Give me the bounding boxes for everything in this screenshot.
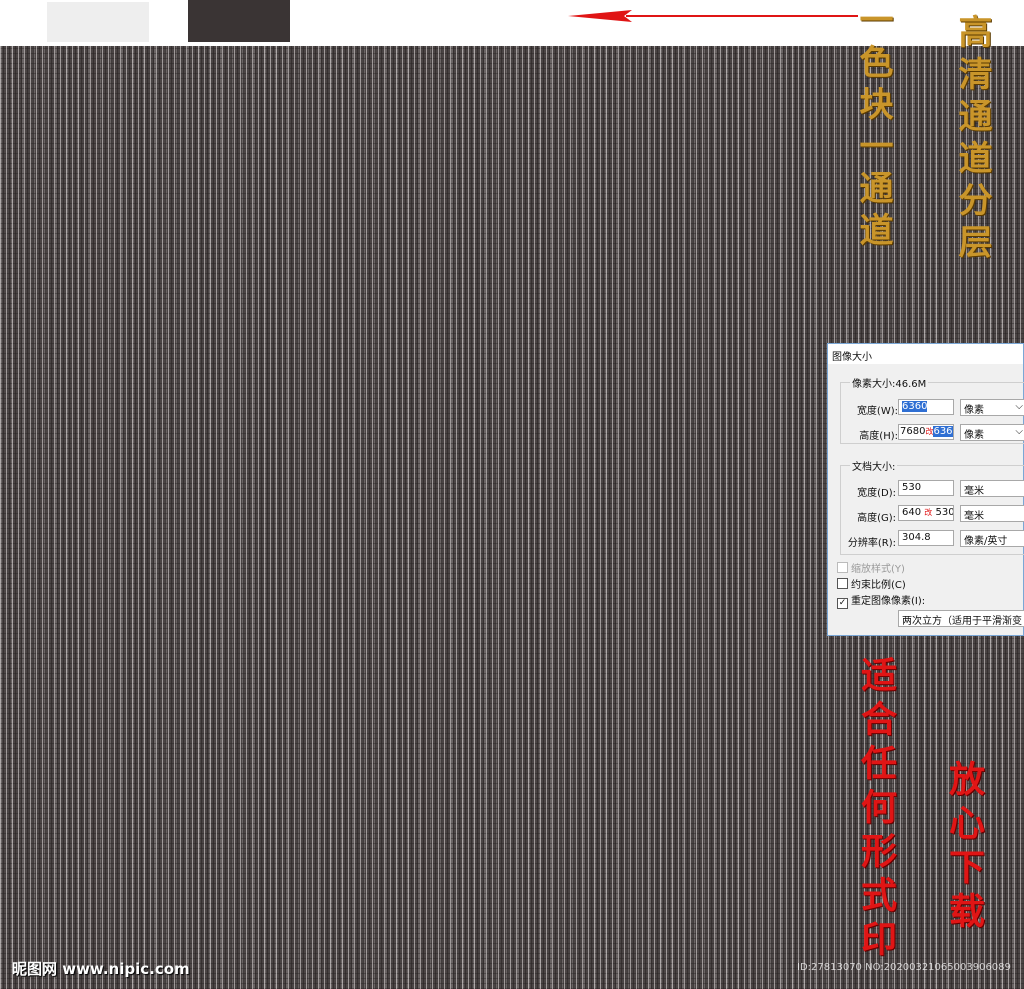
chevron-down-icon: ⌵ bbox=[1015, 426, 1023, 437]
changed-mark: 改 bbox=[924, 508, 933, 517]
pixel-height-input[interactable]: 7680改6360 bbox=[898, 424, 954, 440]
pixel-height-unit-select[interactable]: 像素 ⌵ bbox=[960, 424, 1024, 441]
constrain-proportions-checkbox[interactable]: 约束比例(C) bbox=[837, 576, 906, 591]
red-annotation-right: 放心下载 bbox=[943, 760, 985, 936]
red-arrow-icon bbox=[568, 10, 858, 22]
pixel-dimensions-label: 像素大小:46.6M bbox=[850, 375, 929, 390]
doc-width-unit-select[interactable]: 毫米 bbox=[960, 480, 1024, 497]
resolution-input[interactable]: 304.8 bbox=[898, 530, 954, 546]
doc-width-input[interactable]: 530 bbox=[898, 480, 954, 496]
pixel-width-unit-select[interactable]: 像素 ⌵ bbox=[960, 399, 1024, 416]
dialog-title: 图像大小 bbox=[828, 344, 1023, 364]
site-watermark: 昵图网 www.nipic.com bbox=[12, 960, 190, 978]
image-id-watermark: ID:27813070 NO:20200321065003906089 bbox=[797, 962, 1011, 973]
resolution-unit-select[interactable]: 像素/英寸 bbox=[960, 530, 1024, 547]
image-size-dialog: 图像大小 像素大小:46.6M 宽度(W): 6360 像素 ⌵ 高度(H): 7… bbox=[827, 343, 1024, 636]
checkbox-box bbox=[837, 562, 848, 573]
scale-styles-checkbox[interactable]: 缩放样式(Y) bbox=[837, 560, 905, 575]
checkmark-icon: ✓ bbox=[837, 598, 848, 609]
light-color-swatch bbox=[47, 2, 149, 42]
gold-annotation-right: 高清通道分层 bbox=[952, 14, 992, 266]
resample-checkbox[interactable]: ✓ 重定图像像素(I): bbox=[837, 592, 925, 609]
gold-annotation-left: 一色块一通道 bbox=[853, 2, 893, 254]
doc-height-unit-select[interactable]: 毫米 bbox=[960, 505, 1024, 522]
resolution-label: 分辨率(R): bbox=[847, 538, 896, 549]
dark-color-swatch bbox=[188, 0, 290, 42]
resample-method-select[interactable]: 两次立方（适用于平滑渐变 bbox=[898, 610, 1024, 627]
checkbox-box bbox=[837, 578, 848, 589]
red-annotation-left: 适合任何形式印 bbox=[855, 656, 897, 964]
pixel-height-label: 高度(H): bbox=[859, 431, 898, 442]
pixel-width-input[interactable]: 6360 bbox=[898, 399, 954, 415]
doc-width-label: 宽度(D): bbox=[857, 488, 896, 499]
document-size-label: 文档大小: bbox=[850, 458, 898, 473]
doc-height-label: 高度(G): bbox=[857, 513, 896, 524]
doc-height-input[interactable]: 640 改 530 bbox=[898, 505, 954, 521]
pixel-width-label: 宽度(W): bbox=[856, 406, 898, 417]
chevron-down-icon: ⌵ bbox=[1015, 401, 1023, 412]
